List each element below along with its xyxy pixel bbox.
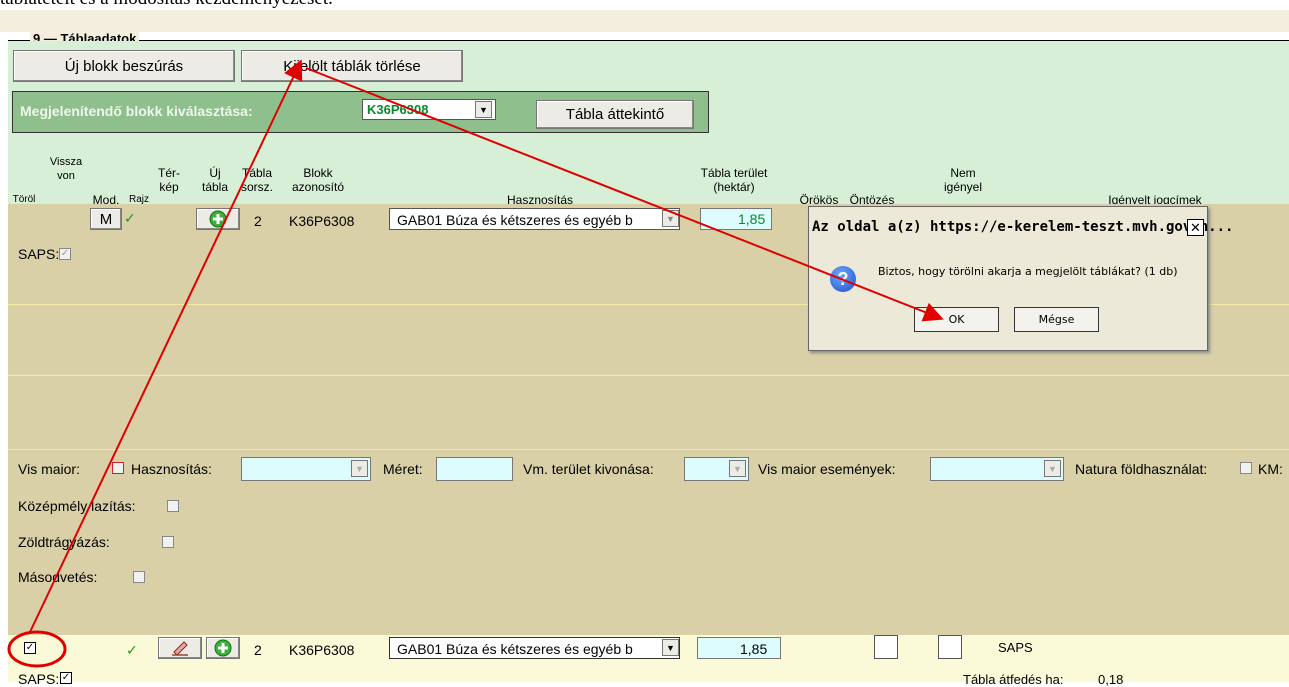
block-select-label: Megjelenítendő blokk kiválasztása:: [20, 103, 253, 119]
chevron-down-icon[interactable]: ▼: [662, 210, 679, 227]
vis-maior-checkbox[interactable]: [112, 462, 124, 474]
row-divider: [8, 449, 1289, 450]
new-block-button[interactable]: Új blokk beszúrás: [13, 50, 235, 82]
delete-row-checkbox[interactable]: ✓: [24, 642, 36, 654]
saps-checkbox[interactable]: ✓: [59, 248, 71, 260]
top-band: [0, 10, 1289, 32]
drawn-check-icon: ✓: [124, 210, 136, 226]
chevron-down-icon[interactable]: ▼: [662, 639, 679, 656]
natura-label: Natura földhasználat:: [1075, 461, 1208, 477]
chevron-down-icon[interactable]: ▼: [475, 101, 492, 118]
vis-maior-label: Vis maior:: [18, 461, 80, 477]
kozepmely-label: Középmély lazítás:: [18, 498, 136, 514]
not-claimed-checkbox[interactable]: [938, 635, 962, 659]
plus-circle-icon: [209, 210, 227, 228]
usage-value: GAB01 Búza és kétszeres és egyéb b: [397, 212, 633, 228]
pencil-eraser-icon: [172, 641, 188, 656]
kozepmely-checkbox[interactable]: [167, 500, 179, 512]
plus-circle-icon: [214, 639, 232, 657]
header-nem-igenyel: Nem igényel: [943, 166, 983, 194]
header-uj-tabla: Új tábla: [201, 166, 229, 194]
km-label: KM:: [1258, 461, 1283, 477]
delete-selected-tables-button[interactable]: Kijelölt táblák törlése: [241, 50, 463, 82]
meret-field[interactable]: [436, 457, 513, 481]
header-visszavon: Vissza von: [49, 156, 83, 182]
table-overview-button[interactable]: Tábla áttekintő: [536, 100, 694, 129]
header-blokk-azonosito: Blokk azonosító: [291, 166, 345, 194]
saps-label: SAPS:: [18, 246, 60, 262]
chevron-down-icon[interactable]: ▼: [1044, 460, 1061, 477]
usage-value: GAB01 Búza és kétszeres és egyéb b: [397, 641, 633, 657]
chevron-down-icon[interactable]: ▼: [351, 460, 368, 477]
permanent-checkbox[interactable]: [874, 635, 898, 659]
dialog-message: Biztos, hogy törölni akarja a megjelölt …: [878, 265, 1178, 278]
close-icon[interactable]: ✕: [1187, 219, 1204, 236]
vis-maior-events-label: Vis maior események:: [758, 461, 896, 477]
natura-checkbox[interactable]: [1240, 462, 1252, 474]
block-select-value: K36P6308: [367, 102, 429, 117]
masodvetes-label: Másodvetés:: [18, 569, 98, 585]
top-cut-text: táblatételt és a módosítás kezdeményezés…: [0, 0, 333, 10]
row-divider: [8, 375, 1289, 376]
masodvetes-checkbox[interactable]: [133, 571, 145, 583]
edit-drawing-button[interactable]: [158, 637, 202, 659]
area-field[interactable]: [697, 637, 781, 659]
overlap-value: 0,18: [1098, 672, 1124, 687]
cancel-button[interactable]: Mégse: [1014, 307, 1099, 332]
zoldtragyazas-label: Zöldtrágyázás:: [18, 534, 110, 550]
table-number: 2: [254, 642, 262, 658]
claimed-title: SAPS: [998, 640, 1033, 655]
header-tabla-terulet: Tábla terület (hektár): [700, 166, 768, 194]
meret-label: Méret:: [383, 461, 423, 477]
modify-button[interactable]: M: [90, 208, 122, 230]
zoldtragyazas-checkbox[interactable]: [162, 536, 174, 548]
drawn-check-icon: ✓: [126, 642, 138, 658]
header-terkep: Tér- kép: [158, 166, 180, 194]
ok-button[interactable]: OK: [914, 307, 999, 332]
saps-label: SAPS:: [18, 671, 60, 687]
block-id: K36P6308: [289, 642, 355, 658]
header-tabla-sorsz: Tábla sorsz.: [240, 166, 273, 194]
area-value: 1,85: [740, 641, 768, 657]
table-number: 2: [254, 213, 262, 229]
chevron-down-icon[interactable]: ▼: [729, 460, 746, 477]
vm-area-label: Vm. terület kivonása:: [523, 461, 654, 477]
add-table-button[interactable]: [196, 208, 240, 230]
block-id: K36P6308: [289, 213, 355, 229]
saps-checkbox[interactable]: ✓: [60, 672, 72, 684]
hasznositas-label: Hasznosítás:: [131, 461, 212, 477]
overlap-label: Tábla átfedés ha:: [963, 672, 1064, 687]
dialog-title: Az oldal a(z) https://e-kerelem-teszt.mv…: [812, 219, 1234, 235]
area-value: 1,85: [738, 211, 766, 227]
add-table-button[interactable]: [206, 637, 240, 659]
question-icon: ?: [830, 266, 856, 292]
